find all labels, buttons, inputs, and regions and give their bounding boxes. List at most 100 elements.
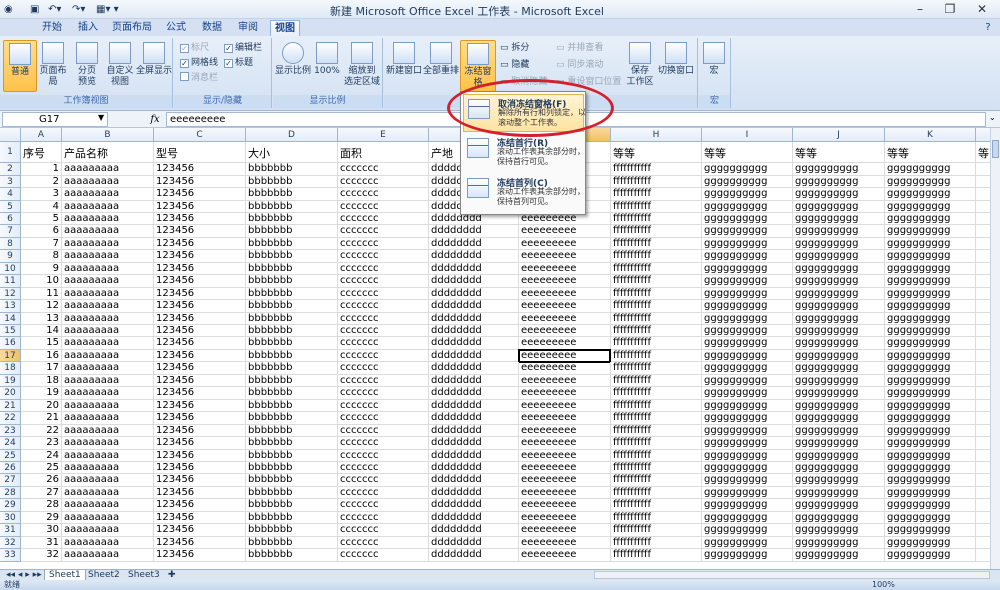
data-cell[interactable]: aaaaaaaaa [62, 412, 154, 425]
data-cell[interactable]: fffffffffff [611, 312, 702, 325]
data-cell[interactable]: gggggggggg [793, 262, 885, 276]
data-cell[interactable]: gggggggggg [793, 300, 885, 313]
data-cell[interactable]: aaaaaaaaa [62, 524, 154, 537]
data-cell[interactable]: gggggggggg [702, 212, 793, 226]
data-cell[interactable]: 123456 [154, 424, 246, 438]
data-cell[interactable]: bbbbbbb [246, 449, 338, 462]
row-header[interactable]: 17 [0, 349, 21, 363]
seq-cell[interactable]: 19 [21, 387, 62, 400]
data-cell[interactable]: gggggggggg [702, 449, 793, 462]
data-cell[interactable]: eeeeeeeee [519, 412, 611, 425]
close-button[interactable]: ✕ [967, 0, 997, 18]
data-cell[interactable]: fffffffffff [611, 163, 702, 176]
data-cell[interactable]: ccccccc [338, 200, 429, 213]
data-cell[interactable]: bbbbbbb [246, 262, 338, 276]
data-cell[interactable]: gggggggggg [702, 387, 793, 400]
data-cell[interactable]: gggggggggg [885, 437, 976, 450]
data-cell[interactable]: dddddddd [429, 449, 519, 462]
row-header[interactable]: 26 [0, 461, 21, 475]
data-cell[interactable]: fffffffffff [611, 474, 702, 487]
data-cell[interactable]: eeeeeeeee [519, 362, 611, 375]
data-cell[interactable]: gggggggggg [885, 374, 976, 388]
data-cell[interactable]: gggggggggg [702, 549, 793, 562]
data-cell[interactable]: bbbbbbb [246, 387, 338, 400]
seq-cell[interactable]: 17 [21, 362, 62, 375]
horizontal-scrollbar[interactable] [594, 571, 990, 579]
data-cell[interactable]: eeeeeeeee [519, 349, 611, 363]
header-cell[interactable]: 等等 [885, 142, 976, 164]
seq-cell[interactable]: 12 [21, 300, 62, 313]
data-cell[interactable]: gggggggggg [885, 312, 976, 325]
data-cell[interactable]: aaaaaaaaa [62, 237, 154, 251]
data-cell[interactable]: dddddddd [429, 524, 519, 537]
header-cell[interactable]: 等等 [793, 142, 885, 164]
seq-cell[interactable]: 32 [21, 549, 62, 562]
data-cell[interactable]: 123456 [154, 287, 246, 301]
seq-cell[interactable]: 20 [21, 399, 62, 413]
redo-icon[interactable]: ↷▾ [72, 2, 85, 17]
data-cell[interactable]: gggggggggg [793, 312, 885, 325]
data-cell[interactable]: dddddddd [429, 549, 519, 562]
data-cell[interactable]: ccccccc [338, 524, 429, 537]
row-header[interactable]: 29 [0, 499, 21, 512]
data-cell[interactable]: 123456 [154, 312, 246, 325]
data-cell[interactable]: aaaaaaaaa [62, 287, 154, 301]
row-header[interactable]: 18 [0, 362, 21, 375]
quick-access-customize-icon[interactable]: ▦▾ ▾ [96, 2, 119, 17]
data-cell[interactable]: gggggggggg [793, 200, 885, 213]
data-cell[interactable]: gggggggggg [793, 163, 885, 176]
data-cell[interactable]: 123456 [154, 387, 246, 400]
data-cell[interactable]: eeeeeeeee [519, 511, 611, 525]
data-cell[interactable]: bbbbbbb [246, 225, 338, 238]
data-cell[interactable]: gggggggggg [885, 225, 976, 238]
row-header[interactable]: 33 [0, 549, 21, 562]
column-header[interactable] [976, 128, 990, 142]
data-cell[interactable]: 123456 [154, 337, 246, 350]
data-cell[interactable]: fffffffffff [611, 275, 702, 288]
tab-insert[interactable]: 插入 [74, 20, 102, 36]
seq-cell[interactable]: 25 [21, 461, 62, 475]
data-cell[interactable]: gggggggggg [702, 325, 793, 338]
data-cell[interactable]: dddddddd [429, 349, 519, 363]
row-header[interactable]: 20 [0, 387, 21, 400]
data-cell[interactable]: ccccccc [338, 499, 429, 512]
data-cell[interactable]: aaaaaaaaa [62, 312, 154, 325]
data-cell[interactable]: aaaaaaaaa [62, 399, 154, 413]
data-cell[interactable]: gggggggggg [793, 287, 885, 301]
data-cell[interactable]: 123456 [154, 449, 246, 462]
data-cell[interactable]: bbbbbbb [246, 200, 338, 213]
data-cell[interactable]: gggggggggg [885, 449, 976, 462]
data-cell[interactable]: ccccccc [338, 412, 429, 425]
undo-icon[interactable]: ↶▾ [48, 2, 61, 17]
seq-cell[interactable]: 15 [21, 337, 62, 350]
data-cell[interactable]: aaaaaaaaa [62, 163, 154, 176]
ruler-checkbox[interactable]: ✓ 标尺 [180, 42, 209, 55]
data-cell[interactable]: gggggggggg [885, 300, 976, 313]
data-cell[interactable]: ccccccc [338, 362, 429, 375]
data-cell[interactable]: gggggggggg [885, 461, 976, 475]
data-cell[interactable]: aaaaaaaaa [62, 424, 154, 438]
row-header[interactable]: 9 [0, 250, 21, 263]
data-cell[interactable]: bbbbbbb [246, 399, 338, 413]
data-cell[interactable] [976, 524, 990, 537]
data-cell[interactable]: aaaaaaaaa [62, 325, 154, 338]
formula-bar-checkbox[interactable]: ✓ 编辑栏 [224, 42, 262, 55]
data-cell[interactable]: gggggggggg [793, 325, 885, 338]
data-cell[interactable]: bbbbbbb [246, 511, 338, 525]
data-cell[interactable]: 123456 [154, 399, 246, 413]
data-cell[interactable]: gggggggggg [885, 524, 976, 537]
row-header[interactable]: 11 [0, 275, 21, 288]
data-cell[interactable]: bbbbbbb [246, 349, 338, 363]
header-cell[interactable]: 型号 [154, 142, 246, 164]
data-cell[interactable]: ccccccc [338, 461, 429, 475]
column-header[interactable]: A [21, 128, 62, 142]
data-cell[interactable]: eeeeeeeee [519, 461, 611, 475]
data-cell[interactable]: dddddddd [429, 437, 519, 450]
data-cell[interactable] [976, 499, 990, 512]
data-cell[interactable]: gggggggggg [702, 474, 793, 487]
data-cell[interactable] [976, 462, 990, 475]
data-cell[interactable]: aaaaaaaaa [62, 262, 154, 276]
menu-item-freeze-first-column[interactable]: 冻结首列(C) 滚动工作表其余部分时，保持首列可见。 [463, 174, 585, 212]
data-cell[interactable] [976, 263, 990, 276]
seq-cell[interactable]: 16 [21, 349, 62, 363]
